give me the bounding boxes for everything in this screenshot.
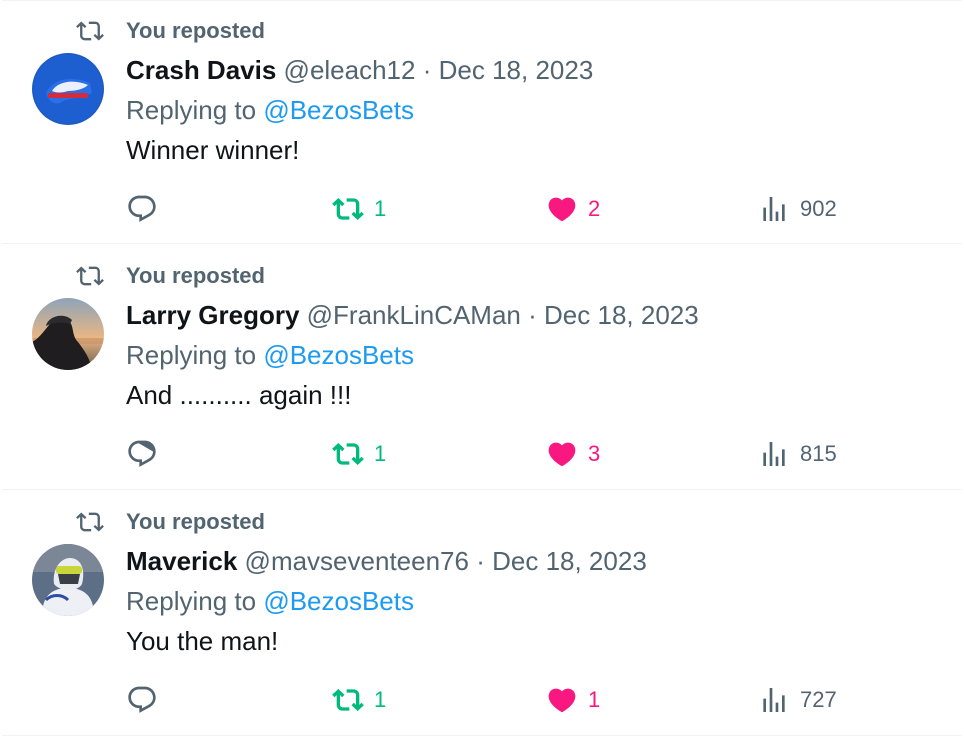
tweet-header: Maverick @mavseventeen76 · Dec 18, 2023 [126, 544, 647, 578]
like-count: 3 [588, 441, 601, 466]
like-button[interactable]: 2 [546, 189, 600, 229]
mention-link[interactable]: @BezosBets [263, 586, 414, 616]
reply-icon [128, 440, 156, 467]
repost-label: You reposted [126, 18, 265, 43]
replying-to: Replying to @BezosBets [126, 338, 414, 372]
replying-prefix: Replying to [126, 340, 264, 370]
views-icon [763, 688, 785, 712]
reply-icon [128, 686, 156, 713]
timeline-feed: You reposted Crash Davis @eleach12 · Dec… [0, 0, 964, 752]
replying-to: Replying to @BezosBets [126, 584, 414, 618]
like-count: 1 [588, 687, 601, 712]
mention-link[interactable]: @BezosBets [263, 340, 414, 370]
heart-icon [548, 442, 576, 467]
separator-dot: · [476, 546, 485, 576]
like-button[interactable]: 1 [546, 680, 600, 720]
repost-label: You reposted [126, 509, 265, 534]
tweet-date[interactable]: Dec 18, 2023 [544, 300, 699, 330]
mention-link[interactable]: @BezosBets [263, 95, 414, 125]
repost-button[interactable]: 1 [332, 680, 386, 720]
tweet-text: You the man! [126, 626, 279, 656]
heart-icon [548, 197, 576, 222]
user-handle[interactable]: @FrankLinCAMan [307, 300, 521, 330]
tweet[interactable]: You reposted Maverick @mavseventeen76 · … [2, 492, 962, 736]
avatar-image [32, 298, 104, 370]
views-icon [763, 197, 785, 221]
repost-icon [76, 512, 104, 532]
tweet[interactable]: You reposted Larry Gregory @FrankLinCAMa… [2, 246, 962, 490]
repost-icon [76, 266, 104, 286]
avatar[interactable] [32, 298, 104, 370]
views-icon [763, 442, 785, 466]
tweet-date[interactable]: Dec 18, 2023 [492, 546, 647, 576]
action-bar: 1 1 727 [126, 680, 846, 720]
replying-to: Replying to @BezosBets [126, 93, 414, 127]
separator-dot: · [528, 300, 537, 330]
separator-dot: · [422, 55, 432, 85]
tweet-header: Larry Gregory @FrankLinCAMan · Dec 18, 2… [126, 298, 699, 332]
repost-label: You reposted [126, 263, 265, 288]
tweet-date[interactable]: Dec 18, 2023 [439, 55, 594, 85]
display-name[interactable]: Crash Davis [126, 55, 276, 85]
repost-context: You reposted [76, 508, 265, 536]
replying-prefix: Replying to [126, 586, 264, 616]
like-count: 2 [588, 196, 601, 221]
views-button[interactable]: 902 [758, 189, 837, 229]
repost-count: 1 [374, 687, 387, 712]
user-handle[interactable]: @mavseventeen76 [245, 546, 469, 576]
user-handle[interactable]: @eleach12 [284, 55, 416, 85]
heart-icon [548, 688, 576, 713]
avatar[interactable] [32, 544, 104, 616]
replying-prefix: Replying to [126, 95, 264, 125]
view-count: 727 [800, 687, 837, 712]
views-button[interactable]: 727 [758, 680, 837, 720]
display-name[interactable]: Maverick [126, 546, 237, 576]
avatar[interactable] [32, 53, 104, 125]
tweet-header: Crash Davis @eleach12 · Dec 18, 2023 [126, 53, 593, 87]
view-count: 902 [800, 196, 837, 221]
reply-button[interactable] [126, 189, 158, 229]
action-bar: 1 2 902 [126, 189, 846, 229]
repost-count: 1 [374, 196, 387, 221]
reply-button[interactable] [126, 680, 158, 720]
display-name[interactable]: Larry Gregory [126, 300, 299, 330]
view-count: 815 [800, 441, 837, 466]
repost-button[interactable]: 1 [332, 189, 386, 229]
like-button[interactable]: 3 [546, 434, 600, 474]
views-button[interactable]: 815 [758, 434, 837, 474]
tweet-text: And .......... again !!! [126, 380, 352, 410]
reply-button[interactable] [126, 434, 158, 474]
repost-icon [332, 198, 364, 220]
tweet[interactable]: You reposted Crash Davis @eleach12 · Dec… [2, 0, 962, 244]
repost-context: You reposted [76, 17, 265, 45]
repost-icon [76, 21, 104, 41]
avatar-image [32, 544, 104, 616]
repost-icon [332, 689, 364, 711]
reply-icon [128, 195, 156, 222]
action-bar: 1 3 815 [126, 434, 846, 474]
repost-button[interactable]: 1 [332, 434, 386, 474]
avatar-image [32, 53, 104, 125]
repost-count: 1 [374, 441, 387, 466]
repost-icon [332, 443, 364, 465]
tweet-text: Winner winner! [126, 135, 300, 165]
repost-context: You reposted [76, 262, 265, 290]
